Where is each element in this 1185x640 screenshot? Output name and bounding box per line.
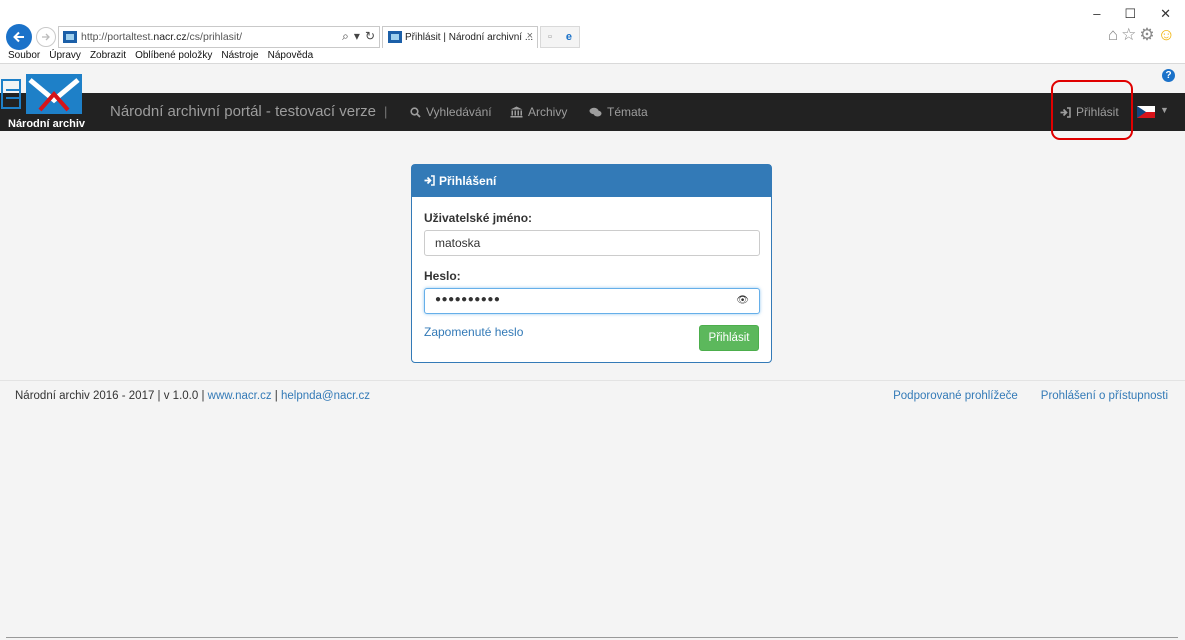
- footer-sep: |: [271, 390, 281, 402]
- site-brand[interactable]: Národní archivní portál - testovací verz…: [110, 103, 376, 120]
- menu-soubor[interactable]: Soubor: [8, 50, 40, 61]
- footer-link-accessibility[interactable]: Prohlášení o přístupnosti: [1041, 390, 1168, 402]
- logo-mark: [26, 74, 82, 114]
- menu-upravy[interactable]: Úpravy: [49, 50, 81, 61]
- password-label: Heslo:: [424, 269, 461, 283]
- login-title: Přihlášení: [439, 174, 497, 188]
- password-input[interactable]: ●●●●●●●●●● 👁: [424, 288, 760, 314]
- site-logo[interactable]: Národní archiv: [0, 72, 112, 132]
- maximize-icon[interactable]: ☐: [1124, 6, 1136, 22]
- arrow-right-icon: [42, 33, 50, 41]
- window-controls: – ☐ ✕: [1093, 6, 1171, 22]
- footer-text: Národní archiv 2016 - 2017 | v 1.0.0 |: [15, 390, 208, 402]
- settings-gear-icon[interactable]: ⚙: [1139, 25, 1154, 45]
- menu-napoveda[interactable]: Nápověda: [268, 50, 314, 61]
- show-password-eye-icon[interactable]: 👁: [736, 295, 749, 306]
- refresh-icon[interactable]: ↻: [365, 29, 375, 44]
- footer-links: Podporované prohlížeče Prohlášení o přís…: [893, 390, 1168, 402]
- menu-nastroje[interactable]: Nástroje: [221, 50, 258, 61]
- address-actions: ⌕ ▾ ↻: [342, 29, 375, 44]
- arrow-left-icon: [13, 31, 24, 43]
- footer-link-web[interactable]: www.nacr.cz: [208, 390, 272, 402]
- browser-menubar: Soubor Úpravy Zobrazit Oblíbené položky …: [8, 50, 313, 61]
- address-bar[interactable]: http://portaltest.nacr.cz/cs/prihlasit/ …: [58, 26, 380, 48]
- username-input[interactable]: [424, 230, 760, 256]
- close-tab-icon[interactable]: ×: [527, 30, 533, 42]
- dropdown-icon[interactable]: ▾: [354, 29, 360, 44]
- url-text: http://portaltest.nacr.cz/cs/prihlasit/: [81, 31, 243, 43]
- window-bottom-border: [6, 637, 1178, 638]
- password-masked-value: ●●●●●●●●●●: [435, 294, 501, 305]
- login-submit-button[interactable]: Přihlásit: [699, 325, 759, 351]
- back-button[interactable]: [6, 24, 32, 50]
- site-footer: Národní archiv 2016 - 2017 | v 1.0.0 | w…: [0, 380, 1185, 640]
- language-caret-icon[interactable]: ▼: [1160, 105, 1169, 115]
- nav-archivy[interactable]: Archivy: [510, 105, 567, 119]
- annotation-highlight-box: [1051, 80, 1133, 140]
- site-navbar: Národní archivní portál - testovací verz…: [0, 93, 1185, 131]
- search-icon: [410, 106, 421, 118]
- nav-archivy-label: Archivy: [528, 105, 568, 119]
- nav-vyhledavani[interactable]: Vyhledávání: [410, 105, 492, 119]
- login-panel: Přihlášení Uživatelské jméno: Heslo: ●●●…: [411, 164, 772, 363]
- nav-vyhledavani-label: Vyhledávání: [426, 105, 492, 119]
- browser-toolbar: ⌂ ☆ ⚙ ☺: [1108, 25, 1175, 45]
- sign-in-icon: [424, 175, 435, 186]
- envelope-mark-icon: [28, 78, 80, 112]
- comments-icon: [589, 107, 602, 116]
- nav-temata[interactable]: Témata: [589, 105, 648, 119]
- close-window-icon[interactable]: ✕: [1160, 6, 1171, 22]
- login-panel-header: Přihlášení: [412, 165, 771, 197]
- tab-title: Přihlásit | Národní archivní ...: [405, 32, 534, 43]
- logo-label: Národní archiv: [8, 118, 86, 130]
- home-icon[interactable]: ⌂: [1108, 25, 1118, 45]
- tab-favicon-icon: [388, 31, 402, 43]
- nav-temata-label: Témata: [607, 105, 648, 119]
- footer-link-email[interactable]: helpnda@nacr.cz: [281, 390, 370, 402]
- search-icon[interactable]: ⌕: [342, 29, 349, 44]
- help-icon[interactable]: ?: [1162, 69, 1175, 82]
- czech-flag-icon[interactable]: [1137, 106, 1155, 118]
- footer-link-browsers[interactable]: Podporované prohlížeče: [893, 390, 1018, 402]
- institution-icon: [510, 106, 523, 118]
- new-tab-area[interactable]: ▫ e: [540, 26, 580, 48]
- minimize-icon[interactable]: –: [1093, 6, 1100, 22]
- menu-zobrazit[interactable]: Zobrazit: [90, 50, 126, 61]
- new-tab-icon[interactable]: ▫: [548, 31, 552, 43]
- browser-tab[interactable]: Přihlásit | Národní archivní ... ×: [382, 26, 538, 48]
- archive-stamp-icon: [1, 79, 21, 109]
- username-label: Uživatelské jméno:: [424, 211, 533, 225]
- nav-separator: |: [384, 104, 388, 119]
- feedback-smiley-icon[interactable]: ☺: [1158, 25, 1175, 45]
- site-favicon-icon: [63, 31, 77, 43]
- forgot-password-link[interactable]: Zapomenuté heslo: [424, 325, 523, 339]
- ie-logo-icon: e: [565, 31, 572, 43]
- browser-chrome: http://portaltest.nacr.cz/cs/prihlasit/ …: [0, 0, 1185, 64]
- footer-info: Národní archiv 2016 - 2017 | v 1.0.0 | w…: [15, 390, 370, 402]
- forward-button[interactable]: [36, 27, 56, 47]
- menu-oblibene[interactable]: Oblíbené položky: [135, 50, 212, 61]
- favorites-star-icon[interactable]: ☆: [1121, 25, 1136, 45]
